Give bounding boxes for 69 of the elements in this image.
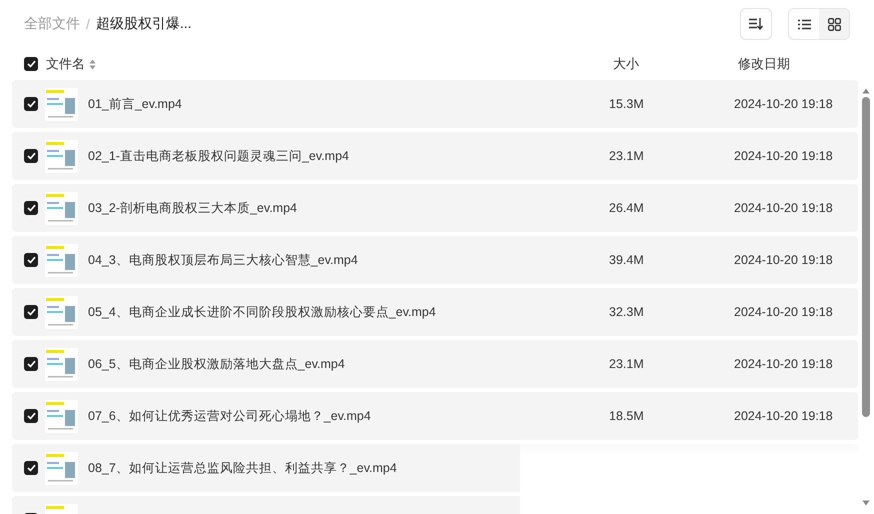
file-row[interactable]: 03_2-剖析电商股权三大本质_ev.mp4 26.4M 2024-10-20 19:18 xyxy=(12,184,858,232)
file-row[interactable]: 07_6、如何让优秀运营对公司死心塌地？_ev.mp4 18.5M 2024-10-20 19:18 xyxy=(12,392,858,440)
check-icon xyxy=(26,464,36,472)
check-icon xyxy=(26,256,36,264)
list-icon xyxy=(798,18,810,30)
row-checkbox[interactable] xyxy=(24,201,38,215)
file-size: 39.4M xyxy=(609,253,644,267)
file-size: 18.5M xyxy=(609,409,644,423)
row-checkbox[interactable] xyxy=(24,253,38,267)
scroll-down-icon[interactable] xyxy=(862,500,870,506)
video-thumbnail-placeholder xyxy=(45,244,78,276)
file-row[interactable]: 06_5、电商企业股权激励落地大盘点_ev.mp4 23.1M 2024-10-20 19:18 xyxy=(12,340,858,388)
file-name: 01_前言_ev.mp4 xyxy=(88,96,182,110)
file-name: 04_3、电商股权顶层布局三大核心智慧_ev.mp4 xyxy=(88,252,358,266)
video-thumbnail-placeholder xyxy=(45,348,78,380)
file-size: 26.4M xyxy=(609,201,644,215)
file-size: 32.3M xyxy=(609,305,644,319)
file-row[interactable]: 02_1-直击电商老板股权问题灵魂三问_ev.mp4 23.1M 2024-10-20 19:18 xyxy=(12,132,858,180)
file-size: 15.3M xyxy=(609,97,644,111)
modified-date: 2024-10-20 19:18 xyxy=(734,253,833,267)
grid-icon xyxy=(828,18,840,30)
check-icon xyxy=(26,100,36,108)
video-thumbnail-placeholder xyxy=(45,140,78,172)
check-icon xyxy=(26,60,36,68)
row-checkbox[interactable] xyxy=(24,409,38,423)
modified-date: 2024-10-20 19:18 xyxy=(734,357,833,371)
modified-date: 2024-10-20 19:18 xyxy=(734,149,833,163)
row-checkbox[interactable] xyxy=(24,357,38,371)
video-thumbnail-placeholder xyxy=(45,192,78,224)
file-name: 08_7、如何让运营总监风险共担、利益共享？_ev.mp4 xyxy=(88,460,397,474)
modified-date: 2024-10-20 19:18 xyxy=(734,97,833,111)
check-icon xyxy=(26,152,36,160)
file-name: 07_6、如何让优秀运营对公司死心塌地？_ev.mp4 xyxy=(88,408,371,422)
file-name: 05_4、电商企业成长进阶不同阶段股权激励核心要点_ev.mp4 xyxy=(88,304,436,318)
breadcrumb-item: 超级股权引爆... xyxy=(96,15,192,33)
column-header: 大小 xyxy=(613,56,639,71)
file-size: 23.1M xyxy=(609,357,644,371)
file-name: 02_1-直击电商老板股权问题灵魂三问_ev.mp4 xyxy=(88,148,349,162)
check-icon xyxy=(26,204,36,212)
select-all-checkbox[interactable] xyxy=(24,57,38,71)
row-checkbox[interactable] xyxy=(24,305,38,319)
modified-date: 2024-10-20 19:18 xyxy=(734,201,833,215)
scroll-up-icon[interactable] xyxy=(862,88,870,94)
video-thumbnail-placeholder xyxy=(45,452,78,484)
row-checkbox[interactable] xyxy=(24,461,38,475)
modified-date: 2024-10-20 19:18 xyxy=(734,305,833,319)
video-thumbnail-placeholder xyxy=(45,88,78,120)
file-name: 06_5、电商企业股权激励落地大盘点_ev.mp4 xyxy=(88,356,345,370)
file-row[interactable]: 01_前言_ev.mp4 15.3M 2024-10-20 19:18 xyxy=(12,80,858,128)
sort-icon xyxy=(749,18,763,30)
column-header: 修改日期 xyxy=(738,56,790,71)
check-icon xyxy=(26,308,36,316)
video-thumbnail-placeholder xyxy=(45,400,78,432)
file-name: 03_2-剖析电商股权三大本质_ev.mp4 xyxy=(88,200,297,214)
breadcrumb-separator: / xyxy=(86,16,90,32)
check-icon xyxy=(26,360,36,368)
file-row[interactable]: 04_3、电商股权顶层布局三大核心智慧_ev.mp4 39.4M 2024-10-20 19:18 xyxy=(12,236,858,284)
video-thumbnail-placeholder xyxy=(45,296,78,328)
file-size: 23.1M xyxy=(609,149,644,163)
sort-button[interactable] xyxy=(740,8,772,40)
check-icon xyxy=(26,412,36,420)
row-checkbox[interactable] xyxy=(24,149,38,163)
sort-arrows-icon[interactable] xyxy=(89,58,96,70)
column-header[interactable]: 文件名 xyxy=(46,55,85,73)
file-row[interactable]: 05_4、电商企业成长进阶不同阶段股权激励核心要点_ev.mp4 32.3M 2024-10-20 19:18 xyxy=(12,288,858,336)
row-checkbox[interactable] xyxy=(24,97,38,111)
modified-date: 2024-10-20 19:18 xyxy=(734,409,833,423)
list-view-button[interactable] xyxy=(789,9,819,39)
scrollbar-thumb[interactable] xyxy=(862,97,870,417)
